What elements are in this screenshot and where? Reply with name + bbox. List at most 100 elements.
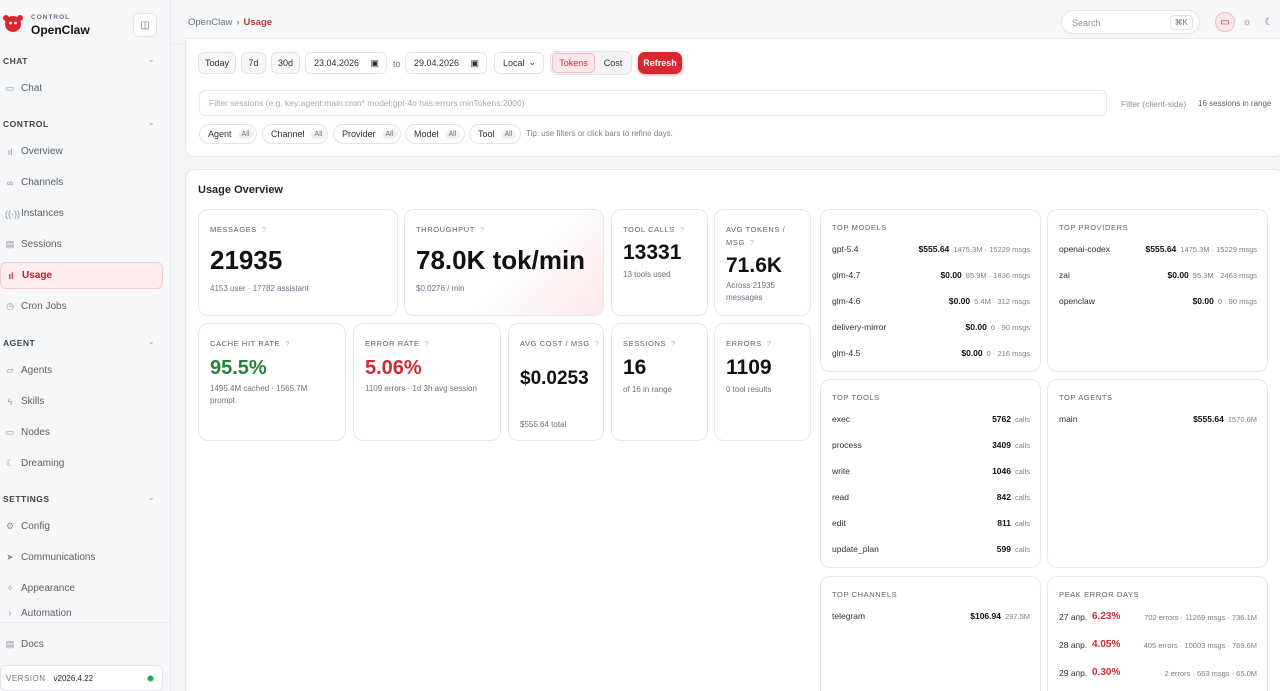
date-to-label: to bbox=[393, 59, 401, 69]
monitor-icon: ▭ bbox=[5, 427, 15, 437]
sidebar-item-agents[interactable]: ▱ Agents bbox=[0, 357, 163, 384]
filter-chip-provider[interactable]: Provider All bbox=[333, 124, 401, 144]
chevron-down-icon[interactable]: ⌄ bbox=[148, 118, 155, 127]
section-settings[interactable]: SETTINGS bbox=[3, 494, 50, 504]
filter-chip-model[interactable]: Model All bbox=[405, 124, 465, 144]
sidebar-item-label: Cron Jobs bbox=[21, 301, 67, 312]
error-pct: 6.23% bbox=[1092, 611, 1121, 622]
sidebar-item-sessions[interactable]: ▤ Sessions bbox=[0, 231, 163, 258]
help-icon: ? bbox=[479, 225, 485, 234]
stat-label: CACHE HIT RATE? bbox=[210, 339, 290, 348]
section-agent[interactable]: AGENT bbox=[3, 338, 35, 348]
stat-sub: 1109 errors · 1d 3h avg session bbox=[365, 384, 477, 393]
refresh-button[interactable]: Refresh bbox=[638, 52, 682, 74]
collapse-sidebar-button[interactable]: ◫ bbox=[133, 13, 157, 37]
stat-sub: Across 21935 messages bbox=[726, 281, 775, 302]
sidebar-item-overview[interactable]: ıl Overview bbox=[0, 138, 163, 165]
stat-label: THROUGHPUT? bbox=[416, 225, 485, 234]
panel-title: TOP PROVIDERS bbox=[1059, 223, 1129, 232]
chevron-down-icon[interactable]: ⌄ bbox=[148, 493, 155, 502]
session-filter-input[interactable]: Filter sessions (e.g. key:agent:main:cro… bbox=[199, 90, 1107, 116]
monitor-theme-button[interactable]: ▭ bbox=[1215, 12, 1235, 32]
chip-value: All bbox=[500, 129, 517, 139]
sidebar-item-channels[interactable]: ∞ Channels bbox=[0, 169, 163, 196]
mode-cost-option[interactable]: Cost bbox=[596, 53, 630, 73]
sidebar-item-label: Instances bbox=[21, 208, 64, 219]
stat-error-rate: ERROR RATE? 5.06% 1109 errors · 1d 3h av… bbox=[353, 323, 501, 441]
stat-throughput: THROUGHPUT? 78.0K tok/min $0.0276 / min bbox=[404, 209, 604, 316]
search-input[interactable]: Search ⌘K bbox=[1061, 10, 1200, 34]
sidebar-item-chat[interactable]: ▭ Chat bbox=[0, 75, 163, 102]
mode-tokens-option[interactable]: Tokens bbox=[552, 53, 595, 73]
brand-name: OpenClaw bbox=[31, 23, 90, 37]
sidebar-item-communications[interactable]: ➤ Communications bbox=[0, 544, 163, 571]
sidebar-item-appearance[interactable]: ✧ Appearance bbox=[0, 575, 163, 602]
stat-value: 13331 bbox=[623, 241, 682, 264]
range-today-button[interactable]: Today bbox=[198, 52, 236, 74]
brand-subtitle: CONTROL bbox=[31, 14, 71, 21]
stat-sub: of 16 in range bbox=[623, 385, 672, 394]
stat-sub: 4153 user · 17782 assistant bbox=[210, 284, 309, 293]
date-to-input[interactable]: 29.04.2026 ▣ bbox=[405, 52, 487, 74]
sidebar-item-docs[interactable]: ▤ Docs bbox=[0, 631, 163, 658]
stat-sub: 0 tool results bbox=[726, 385, 772, 394]
sparkle-icon: ✧ bbox=[6, 583, 14, 593]
sidebar-item-cron-jobs[interactable]: ◷ Cron Jobs bbox=[0, 293, 163, 320]
folder-icon: ▱ bbox=[6, 365, 14, 375]
status-dot-icon bbox=[147, 674, 154, 682]
list-item: openclaw $0.00 0 · 90 msgs bbox=[1059, 296, 1257, 306]
book-icon: ▤ bbox=[5, 639, 15, 649]
clock-icon: ◷ bbox=[6, 301, 14, 311]
top-tools-panel: TOP TOOLS exec 5762 calls process 3409 calls… bbox=[820, 379, 1041, 568]
sidebar-item-config[interactable]: ⚙ Config bbox=[0, 513, 163, 540]
signal-icon: ((·)) bbox=[5, 208, 20, 219]
error-pct: 4.05% bbox=[1092, 639, 1121, 650]
stat-errors: ERRORS? 1109 0 tool results bbox=[714, 323, 811, 441]
list-item: openai-codex $555.64 1475.3M · 15229 msgs bbox=[1059, 244, 1257, 254]
filter-chip-channel[interactable]: Channel All bbox=[262, 124, 328, 144]
chip-value: All bbox=[381, 129, 398, 139]
chevron-down-icon[interactable]: ⌄ bbox=[148, 55, 155, 64]
search-placeholder: Search bbox=[1072, 18, 1101, 28]
breadcrumb-current: Usage bbox=[243, 17, 273, 28]
sidebar-item-dreaming[interactable]: ☾ Dreaming bbox=[0, 450, 163, 477]
list-item: exec 5762 calls bbox=[832, 414, 1030, 424]
sidebar-item-label: Communications bbox=[21, 552, 96, 563]
calendar-icon[interactable]: ▣ bbox=[370, 58, 379, 69]
stat-messages: MESSAGES? 21935 4153 user · 17782 assist… bbox=[198, 209, 398, 316]
stat-avg-cost: AVG COST / MSG? $0.0253 $555.64 total bbox=[508, 323, 604, 441]
calendar-icon[interactable]: ▣ bbox=[470, 58, 479, 69]
stat-value: 78.0K tok/min bbox=[416, 245, 586, 275]
stat-sub: 1495.4M cached · 1565.7M prompt bbox=[210, 384, 308, 405]
timezone-select[interactable]: Local ⌄ bbox=[494, 52, 544, 74]
range-30d-button[interactable]: 30d bbox=[271, 52, 300, 74]
sidebar-item-automation[interactable]: › Automation bbox=[0, 608, 163, 622]
section-chat[interactable]: CHAT bbox=[3, 56, 28, 66]
version-label: VERSION bbox=[6, 673, 46, 683]
date-from-input[interactable]: 23.04.2026 ▣ bbox=[305, 52, 387, 74]
stat-sessions: SESSIONS? 16 of 16 in range bbox=[611, 323, 708, 441]
chip-value: All bbox=[444, 129, 461, 139]
range-7d-button[interactable]: 7d bbox=[241, 52, 266, 74]
sidebar-item-usage[interactable]: ıl Usage bbox=[0, 262, 163, 289]
filter-chip-agent[interactable]: Agent All bbox=[199, 124, 257, 144]
stat-value: $0.0253 bbox=[520, 368, 589, 389]
top-providers-panel: TOP PROVIDERS openai-codex $555.64 1475.3M… bbox=[1047, 209, 1268, 372]
sidebar-item-label: Appearance bbox=[21, 583, 75, 594]
breadcrumb-root[interactable]: OpenClaw bbox=[188, 17, 232, 28]
filter-chip-tool[interactable]: Tool All bbox=[469, 124, 521, 144]
sidebar-item-nodes[interactable]: ▭ Nodes bbox=[0, 419, 163, 446]
dark-theme-button[interactable]: ☾ bbox=[1259, 12, 1279, 32]
light-theme-button[interactable]: ☼ bbox=[1237, 12, 1257, 32]
bar-chart-icon: ıl bbox=[7, 146, 13, 157]
chevron-icon: › bbox=[8, 608, 12, 618]
chevron-down-icon[interactable]: ⌄ bbox=[148, 337, 155, 346]
sidebar-item-skills[interactable]: ϟ Skills bbox=[0, 388, 163, 415]
stat-sub: $555.64 total bbox=[520, 420, 567, 429]
section-control[interactable]: CONTROL bbox=[3, 119, 49, 129]
sidebar-item-instances[interactable]: ((·)) Instances bbox=[0, 200, 163, 227]
list-item: glm-4.7 $0.00 85.9M · 1836 msgs bbox=[832, 270, 1030, 280]
sidebar-divider bbox=[0, 622, 171, 623]
link-icon: ∞ bbox=[6, 177, 14, 188]
send-icon: ➤ bbox=[6, 552, 14, 562]
